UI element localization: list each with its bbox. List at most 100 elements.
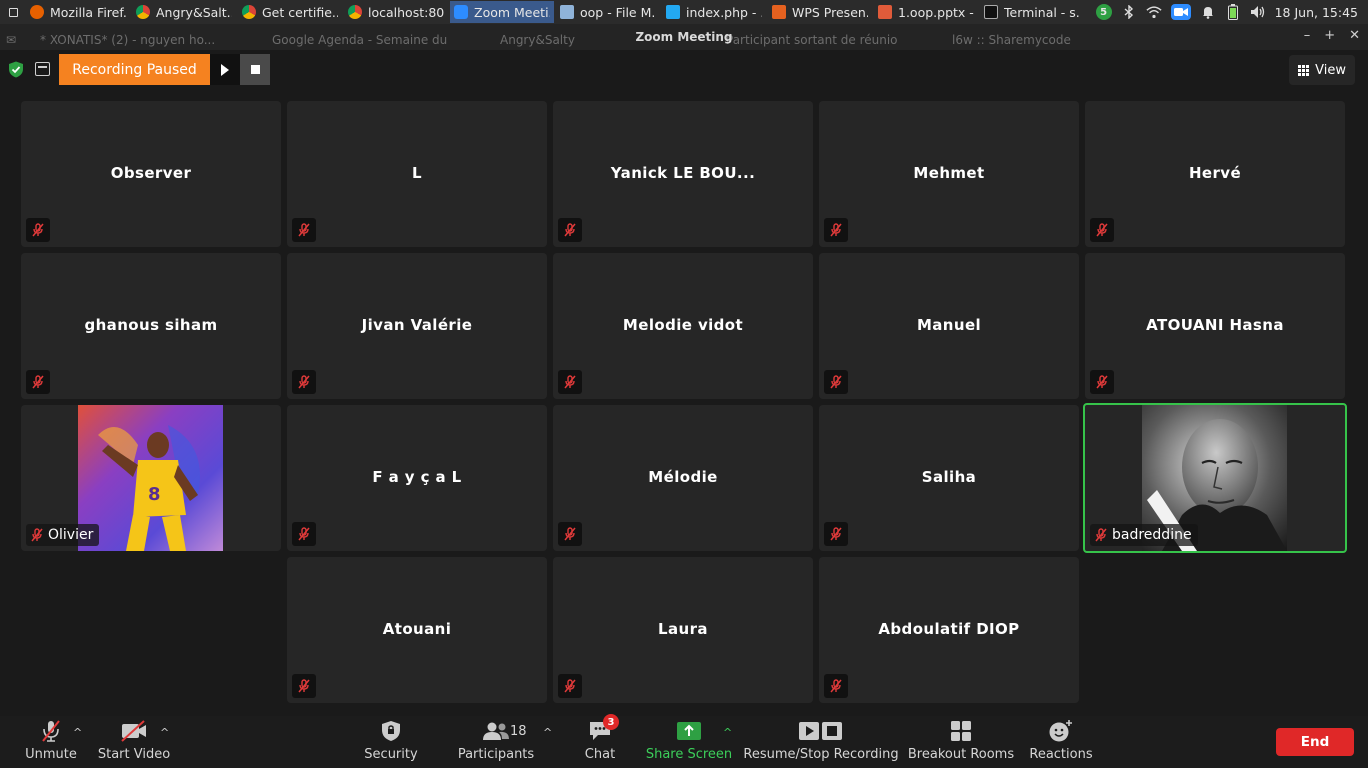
participant-tile[interactable]: Laura [553,557,813,703]
participant-tile-video-active[interactable]: badreddine [1083,403,1347,553]
participant-name: ATOUANI Hasna [1146,316,1284,334]
vscode-icon [666,5,680,19]
recording-controls-icon [798,718,844,744]
zoom-icon [454,5,468,19]
breakout-rooms-button[interactable]: Breakout Rooms [908,716,1014,768]
task-label: Mozilla Firef... [50,4,126,20]
update-count-badge[interactable]: 5 [1095,4,1112,20]
zoom-tray-icon[interactable] [1170,4,1191,20]
start-video-label: Start Video [97,747,171,762]
unmute-label: Unmute [25,747,77,762]
notification-bell-icon[interactable] [1200,4,1216,20]
task-wps-presentation[interactable]: WPS Presen... [768,1,872,23]
security-button[interactable]: Security [364,716,418,768]
participant-tile[interactable]: Observer [21,101,281,247]
share-screen-button[interactable]: Share Screen [646,716,732,768]
chat-label: Chat [584,747,616,762]
unmute-button[interactable]: Unmute [25,716,77,768]
video-options-caret-icon[interactable]: ^ [160,726,169,739]
meeting-info-icon[interactable] [35,62,50,76]
battery-icon[interactable] [1225,4,1241,20]
audio-options-caret-icon[interactable]: ^ [73,726,82,739]
resume-stop-recording-button[interactable]: Resume/Stop Recording [743,716,899,768]
participant-name: Jivan Valérie [361,316,473,334]
wps-icon [772,5,786,19]
muted-mic-icon [558,370,582,394]
participant-gallery: Observer L Yanick LE BOU... Mehmet Hervé… [0,0,1368,768]
participant-tile[interactable]: Abdoulatif DIOP [819,557,1079,703]
app-menu-icon[interactable] [0,7,26,17]
close-icon[interactable]: ✕ [1349,28,1360,43]
participant-name: Hervé [1188,164,1242,182]
maximize-icon[interactable]: + [1324,28,1335,43]
participant-tile[interactable]: F a y ç a L [287,405,547,551]
bluetooth-icon[interactable] [1121,4,1137,20]
view-button[interactable]: View [1289,55,1355,85]
participant-tile[interactable]: Melodie vidot [553,253,813,399]
participant-tile[interactable]: Manuel [819,253,1079,399]
muted-mic-icon [824,674,848,698]
participants-options-caret-icon[interactable]: ^ [543,726,552,739]
task-chrome-angry[interactable]: Angry&Salt... [132,1,236,23]
task-firefox[interactable]: Mozilla Firef... [26,1,130,23]
security-shield-icon[interactable] [8,61,24,78]
participant-tile[interactable]: L [287,101,547,247]
task-terminal[interactable]: Terminal - s... [980,1,1084,23]
video-off-icon [119,718,149,744]
participant-tile[interactable]: ghanous siham [21,253,281,399]
window-controls: – + ✕ [1304,28,1360,43]
volume-icon[interactable] [1250,4,1266,20]
clock[interactable]: 18 Jun, 15:45 [1275,5,1358,20]
participant-name: Laura [658,620,708,638]
reactions-button[interactable]: Reactions [1029,716,1093,768]
chat-unread-badge: 3 [603,714,619,730]
meeting-controls-toolbar: Unmute ^ Start Video ^ Security Particip… [0,714,1368,768]
participant-tile[interactable]: ATOUANI Hasna [1085,253,1345,399]
task-chrome-localhost[interactable]: localhost:80... [344,1,448,23]
participant-name: badreddine [1112,527,1192,543]
minimize-icon[interactable]: – [1304,28,1311,43]
participant-tile-video[interactable]: 8 Olivier [21,405,281,551]
participant-tile[interactable]: Mélodie [553,405,813,551]
stop-recording-button[interactable] [240,54,270,85]
muted-mic-icon [292,674,316,698]
participant-name-label: Olivier [26,524,100,546]
participants-icon [481,718,511,744]
terminal-icon [984,5,998,19]
participant-name: ghanous siham [84,316,218,334]
security-label: Security [364,747,418,762]
wifi-icon[interactable] [1146,4,1162,20]
participant-tile[interactable]: Hervé [1085,101,1345,247]
muted-mic-icon [292,370,316,394]
task-wps-document[interactable]: 1.oop.pptx - ... [874,1,978,23]
participant-count: 18 [510,724,527,739]
system-tray: 5 18 Jun, 15:45 [1095,0,1368,24]
start-video-button[interactable]: Start Video [98,716,170,768]
muted-mic-icon [26,218,50,242]
play-icon [221,63,229,76]
end-meeting-button[interactable]: End [1276,728,1354,756]
chat-button[interactable]: 3 Chat [580,714,620,768]
participant-tile[interactable]: Jivan Valérie [287,253,547,399]
task-chrome-certified[interactable]: Get certifie... [238,1,342,23]
task-vscode[interactable]: index.php - ... [662,1,766,23]
muted-mic-icon [1090,370,1114,394]
task-label: index.php - ... [686,4,762,20]
task-label: Zoom Meeti... [474,4,550,20]
wps-doc-icon [878,5,892,19]
task-zoom[interactable]: Zoom Meeti... [450,1,554,23]
svg-text:8: 8 [148,484,161,505]
participant-tile[interactable]: Saliha [819,405,1079,551]
participant-tile[interactable]: Mehmet [819,101,1079,247]
muted-mic-icon [26,370,50,394]
task-file-manager[interactable]: oop - File M... [556,1,660,23]
os-taskbar: Mozilla Firef... Angry&Salt... Get certi… [0,0,1368,24]
participant-tile[interactable]: Atouani [287,557,547,703]
resume-recording-button[interactable] [210,54,240,85]
task-label: Angry&Salt... [156,4,232,20]
participant-name-label: badreddine [1090,524,1198,546]
chrome-icon [242,5,256,19]
share-options-caret-icon[interactable]: ^ [723,726,732,739]
participant-name: Atouani [382,620,452,638]
participant-tile[interactable]: Yanick LE BOU... [553,101,813,247]
